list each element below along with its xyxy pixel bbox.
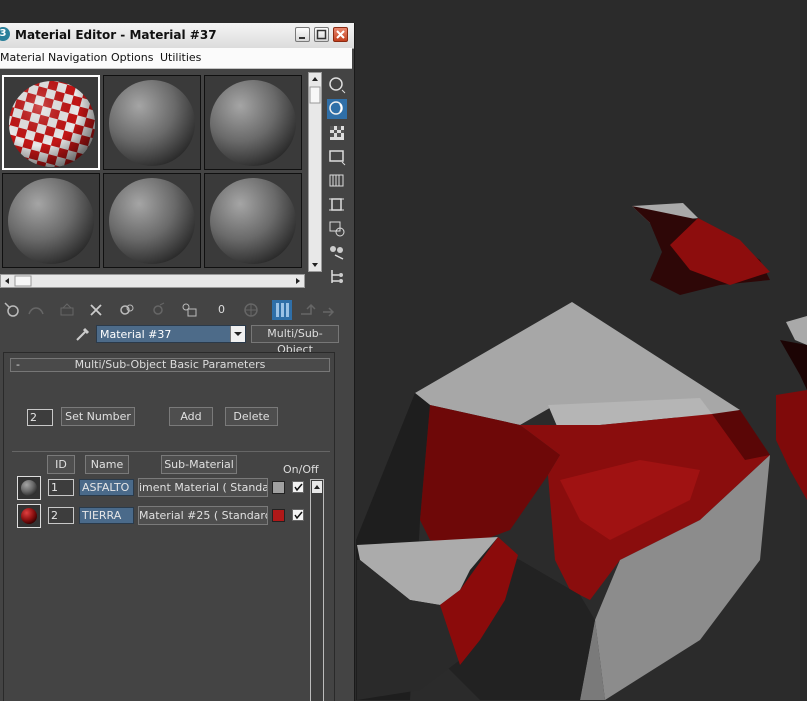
put-material-icon[interactable] <box>26 300 46 320</box>
background-icon[interactable] <box>327 123 347 143</box>
row-name-field[interactable]: TIERRA <box>79 507 134 524</box>
menu-options[interactable]: Options <box>111 51 153 64</box>
list-divider <box>12 451 330 452</box>
set-number-button[interactable]: Set Number <box>61 407 135 426</box>
submaterial-button[interactable]: Material #25 ( Standard ) <box>138 506 268 525</box>
slots-horizontal-scrollbar[interactable] <box>0 274 305 288</box>
row-name-field[interactable]: ASFALTO <box>79 479 134 496</box>
row-id-field[interactable]: 1 <box>48 479 74 496</box>
go-to-parent-icon[interactable] <box>297 300 317 320</box>
menu-utilities[interactable]: Utilities <box>160 51 201 64</box>
sort-by-id-button[interactable]: ID <box>47 455 75 474</box>
get-material-icon[interactable] <box>2 300 22 320</box>
menu-bar: Material Navigation Options Utilities <box>0 48 352 69</box>
material-preview-icon[interactable] <box>17 476 41 500</box>
submaterial-button[interactable]: iment Material ( Standard ) <box>138 478 268 497</box>
material-name-row: Material #37 Multi/Sub-Object <box>0 323 352 356</box>
material-name-value: Material #37 <box>100 328 172 341</box>
unique-icon[interactable] <box>148 300 168 320</box>
go-forward-icon[interactable] <box>320 300 340 320</box>
app-logo-icon[interactable]: 3 <box>0 27 10 41</box>
material-toolbar: 0 <box>0 298 352 320</box>
rollout-header[interactable]: - Multi/Sub-Object Basic Parameters <box>10 358 330 372</box>
color-swatch[interactable] <box>272 509 285 522</box>
delete-button[interactable]: Delete <box>225 407 278 426</box>
material-name-dropdown[interactable]: Material #37 <box>96 325 246 343</box>
add-button[interactable]: Add <box>169 407 213 426</box>
select-by-material-icon[interactable] <box>327 243 347 263</box>
assign-material-icon[interactable] <box>57 300 77 320</box>
chevron-down-icon[interactable] <box>230 326 245 342</box>
show-end-result-icon[interactable] <box>272 300 292 320</box>
material-map-navigator-icon[interactable] <box>327 267 347 287</box>
sample-slot-3[interactable] <box>204 75 302 170</box>
row-id-field[interactable]: 2 <box>48 507 74 524</box>
menu-material[interactable]: Material <box>0 51 45 64</box>
sample-slot-2[interactable] <box>103 75 201 170</box>
uv-tiling-icon[interactable] <box>327 147 347 167</box>
close-button[interactable] <box>333 27 348 42</box>
submaterial-list-scrollbar[interactable] <box>310 479 324 701</box>
effects-channel-value: 0 <box>218 303 225 316</box>
make-preview-icon[interactable] <box>327 195 347 215</box>
sample-slot-6[interactable] <box>204 173 302 268</box>
material-editor-window: 3 Material Editor - Material #37 Materia… <box>0 23 355 701</box>
show-map-icon[interactable] <box>241 300 261 320</box>
sample-slot-5[interactable] <box>103 173 201 268</box>
maximize-button[interactable] <box>314 27 329 42</box>
parameters-panel: - Multi/Sub-Object Basic Parameters 2 Se… <box>3 352 335 701</box>
backlight-icon[interactable] <box>327 99 347 119</box>
count-field[interactable]: 2 <box>27 409 53 426</box>
put-to-library-icon[interactable] <box>179 300 199 320</box>
minimize-button[interactable] <box>295 27 310 42</box>
sort-by-name-button[interactable]: Name <box>85 455 129 474</box>
window-title: Material Editor - Material #37 <box>15 28 217 42</box>
side-toolbar <box>327 73 349 293</box>
material-preview-icon[interactable] <box>17 504 41 528</box>
slots-vertical-scrollbar[interactable] <box>308 72 322 272</box>
color-swatch[interactable] <box>272 481 285 494</box>
menu-navigation[interactable]: Navigation <box>48 51 107 64</box>
material-effects-channel-icon[interactable]: 0 <box>213 300 233 320</box>
title-bar[interactable]: 3 Material Editor - Material #37 <box>0 23 354 49</box>
table-row: 2 TIERRA Material #25 ( Standard ) <box>4 503 334 529</box>
scroll-up-icon[interactable] <box>312 481 322 493</box>
on-off-checkbox[interactable] <box>292 481 304 493</box>
sample-slot-1[interactable] <box>2 75 100 170</box>
table-row: 1 ASFALTO iment Material ( Standard ) <box>4 475 334 501</box>
on-off-checkbox[interactable] <box>292 509 304 521</box>
sample-type-icon[interactable] <box>327 75 347 95</box>
sample-slot-4[interactable] <box>2 173 100 268</box>
video-color-check-icon[interactable] <box>327 171 347 191</box>
sample-slots <box>0 73 306 273</box>
material-type-button[interactable]: Multi/Sub-Object <box>251 325 339 356</box>
rollout-title: Multi/Sub-Object Basic Parameters <box>74 358 266 371</box>
options-icon[interactable] <box>327 219 347 239</box>
pick-material-icon[interactable] <box>74 325 92 343</box>
sort-by-submaterial-button[interactable]: Sub-Material <box>161 455 237 474</box>
copy-material-icon[interactable] <box>117 300 137 320</box>
reset-icon[interactable] <box>86 300 106 320</box>
